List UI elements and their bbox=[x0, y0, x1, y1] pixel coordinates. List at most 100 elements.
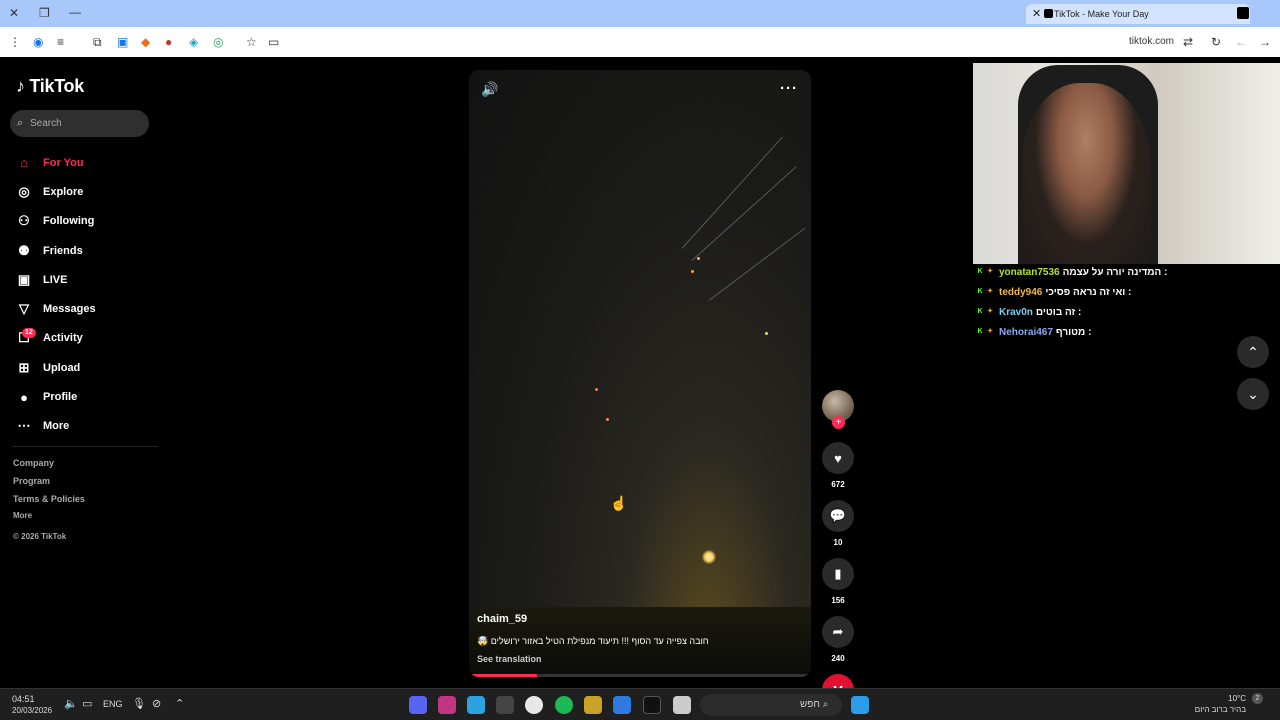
sidebar-item-friends[interactable]: ⚉ Friends bbox=[0, 236, 160, 265]
sidebar-item-more[interactable]: ⋯ More bbox=[0, 412, 160, 441]
chat-username[interactable]: yonatan7536 bbox=[999, 267, 1060, 278]
tiktok-favicon-icon bbox=[1044, 9, 1053, 18]
discord-icon[interactable] bbox=[409, 696, 427, 714]
sidebar-item-for-you[interactable]: ⌂ For You bbox=[0, 148, 160, 177]
sidebar-item-label: Profile bbox=[43, 391, 78, 404]
browser-tab[interactable]: ✕ TikTok - Make Your Day bbox=[1026, 4, 1250, 24]
windows-start-icon[interactable] bbox=[851, 696, 869, 714]
chat-text: : ואי זה נראה פסיכי bbox=[1045, 286, 1132, 298]
extension-icon[interactable]: ≡ bbox=[57, 35, 64, 49]
like-button[interactable]: ♥ bbox=[822, 442, 854, 474]
app-icon[interactable] bbox=[584, 696, 602, 714]
sidebar-item-upload[interactable]: ⊞ Upload bbox=[0, 353, 160, 382]
puzzle-icon[interactable]: ⧉ bbox=[93, 35, 102, 49]
sidebar-nav: ⌂ For You ◎ Explore ⚇ Following ⚉ Friends ▣ LIVE ▽… bbox=[0, 148, 160, 441]
forward-icon[interactable]: ← bbox=[1235, 35, 1247, 49]
back-icon[interactable]: → bbox=[1259, 35, 1271, 49]
creator-avatar[interactable]: + bbox=[822, 390, 854, 429]
share-button[interactable]: ➦ bbox=[822, 616, 854, 648]
explosion-spark bbox=[606, 418, 609, 421]
instagram-icon[interactable] bbox=[438, 696, 456, 714]
spotify-icon[interactable] bbox=[555, 696, 573, 714]
sidebar-item-label: Explore bbox=[43, 185, 84, 198]
next-video-button[interactable]: ⌄ bbox=[1237, 378, 1269, 410]
microphone-icon[interactable]: 🎙 bbox=[132, 697, 146, 710]
language-indicator[interactable]: ENG bbox=[103, 699, 123, 709]
comment-icon: 💬 bbox=[829, 508, 847, 523]
taskbar-search[interactable]: חפש ⌕ bbox=[700, 694, 842, 716]
sub-badge-icon: ✦ bbox=[987, 308, 993, 315]
chat-username[interactable]: teddy946 bbox=[999, 287, 1042, 298]
sidebar-item-profile[interactable]: ● Profile bbox=[0, 382, 160, 411]
terminal-icon[interactable] bbox=[643, 696, 661, 714]
video-player[interactable]: chaim_59 חובה צפייה עד הסוף !!! תיעוד מנ… bbox=[469, 70, 811, 677]
video-username[interactable]: chaim_59 bbox=[477, 613, 527, 625]
bookmark-star-icon[interactable]: ☆ bbox=[246, 35, 257, 49]
weather-desc[interactable]: בהיר ברוב היום bbox=[1180, 705, 1246, 714]
missile-trail bbox=[708, 227, 806, 301]
tray-chevron-icon[interactable]: ⌃ bbox=[175, 697, 184, 710]
profile-icon[interactable]: ◉ bbox=[33, 35, 43, 49]
explosion-spark bbox=[595, 388, 598, 391]
volume-icon[interactable]: 🔊 bbox=[481, 81, 498, 98]
comment-button[interactable]: 💬 bbox=[822, 500, 854, 532]
mouse-cursor-icon: ☝ bbox=[610, 495, 628, 511]
sidebar: ♪ TikTok ⌕ Search ⌂ For You ◎ Explore ⚇ Follo… bbox=[0, 58, 160, 688]
sidebar-item-activity[interactable]: ☐ 12 Activity bbox=[0, 324, 160, 353]
chat-username[interactable]: Krav0n bbox=[999, 307, 1033, 318]
reload-icon[interactable]: ↻ bbox=[1211, 35, 1221, 49]
menu-dots-icon[interactable]: ⋮ bbox=[9, 35, 21, 49]
extension-icon[interactable]: ◈ bbox=[189, 35, 198, 49]
telegram-icon[interactable] bbox=[467, 696, 485, 714]
site-settings-icon[interactable]: ⇄ bbox=[1183, 35, 1193, 49]
tab-close-icon[interactable]: ✕ bbox=[1032, 4, 1041, 24]
follow-plus-icon[interactable]: + bbox=[832, 416, 845, 429]
chat-message: K ✦ Nehorai467: מטורף bbox=[976, 322, 1276, 342]
chrome-icon[interactable] bbox=[525, 696, 543, 714]
cast-icon[interactable]: ▭ bbox=[268, 35, 279, 49]
close-window-icon[interactable]: ✕ bbox=[9, 6, 19, 20]
explorer-icon[interactable] bbox=[673, 696, 691, 714]
footer-terms-link[interactable]: Terms & Policies bbox=[13, 494, 85, 504]
weather-temp[interactable]: 10°C bbox=[1200, 694, 1246, 703]
video-more-icon[interactable]: ··· bbox=[780, 80, 798, 97]
footer-more-link[interactable]: More bbox=[13, 511, 32, 520]
search-input[interactable]: ⌕ Search bbox=[10, 110, 149, 137]
speaker-icon[interactable]: 🔈 bbox=[64, 697, 78, 710]
save-button[interactable]: ▮ bbox=[822, 558, 854, 590]
more-icon: ⋯ bbox=[17, 418, 31, 434]
notification-count[interactable]: 2 bbox=[1252, 693, 1263, 704]
extension-icon[interactable]: ◆ bbox=[141, 35, 150, 49]
kick-badge-icon: K bbox=[977, 308, 983, 315]
network-icon[interactable]: ▭ bbox=[82, 697, 92, 710]
clock-date[interactable]: 20/03/2026 bbox=[12, 706, 52, 715]
chevron-down-icon: ⌄ bbox=[1247, 385, 1259, 402]
tab-title: TikTok - Make Your Day bbox=[1054, 9, 1149, 19]
extension-icon[interactable]: ● bbox=[165, 35, 172, 49]
address-bar[interactable]: tiktok.com bbox=[1129, 36, 1174, 47]
sidebar-item-live[interactable]: ▣ LIVE bbox=[0, 265, 160, 294]
wifi-off-icon[interactable]: ⊘ bbox=[152, 697, 161, 710]
previous-video-button[interactable]: ⌃ bbox=[1237, 336, 1269, 368]
minimize-icon[interactable]: — bbox=[69, 5, 81, 19]
friends-icon: ⚉ bbox=[18, 242, 30, 258]
grid-app-icon[interactable] bbox=[613, 696, 631, 714]
sidebar-item-following[interactable]: ⚇ Following bbox=[0, 207, 160, 236]
logo-text: TikTok bbox=[29, 76, 84, 96]
store-icon[interactable] bbox=[496, 696, 514, 714]
footer-program-link[interactable]: Program bbox=[13, 476, 50, 486]
restore-icon[interactable]: ❐ bbox=[39, 6, 50, 20]
sidebar-item-messages[interactable]: ▽ Messages bbox=[0, 294, 160, 323]
see-translation-link[interactable]: See translation bbox=[477, 654, 542, 664]
extension-icon[interactable]: ◎ bbox=[213, 35, 223, 49]
clock-time[interactable]: 04:51 bbox=[12, 694, 35, 704]
kick-badge-icon: K bbox=[977, 328, 983, 335]
sidebar-item-explore[interactable]: ◎ Explore bbox=[0, 177, 160, 206]
chat-username[interactable]: Nehorai467 bbox=[999, 327, 1053, 338]
tiktok-app-icon[interactable] bbox=[1237, 7, 1249, 19]
tiktok-logo[interactable]: ♪ TikTok bbox=[16, 76, 84, 97]
explosion-spark bbox=[765, 332, 768, 335]
footer-company-link[interactable]: Company bbox=[13, 458, 54, 468]
video-progress-bar[interactable] bbox=[469, 674, 811, 677]
extension-icon[interactable]: ▣ bbox=[117, 35, 128, 49]
